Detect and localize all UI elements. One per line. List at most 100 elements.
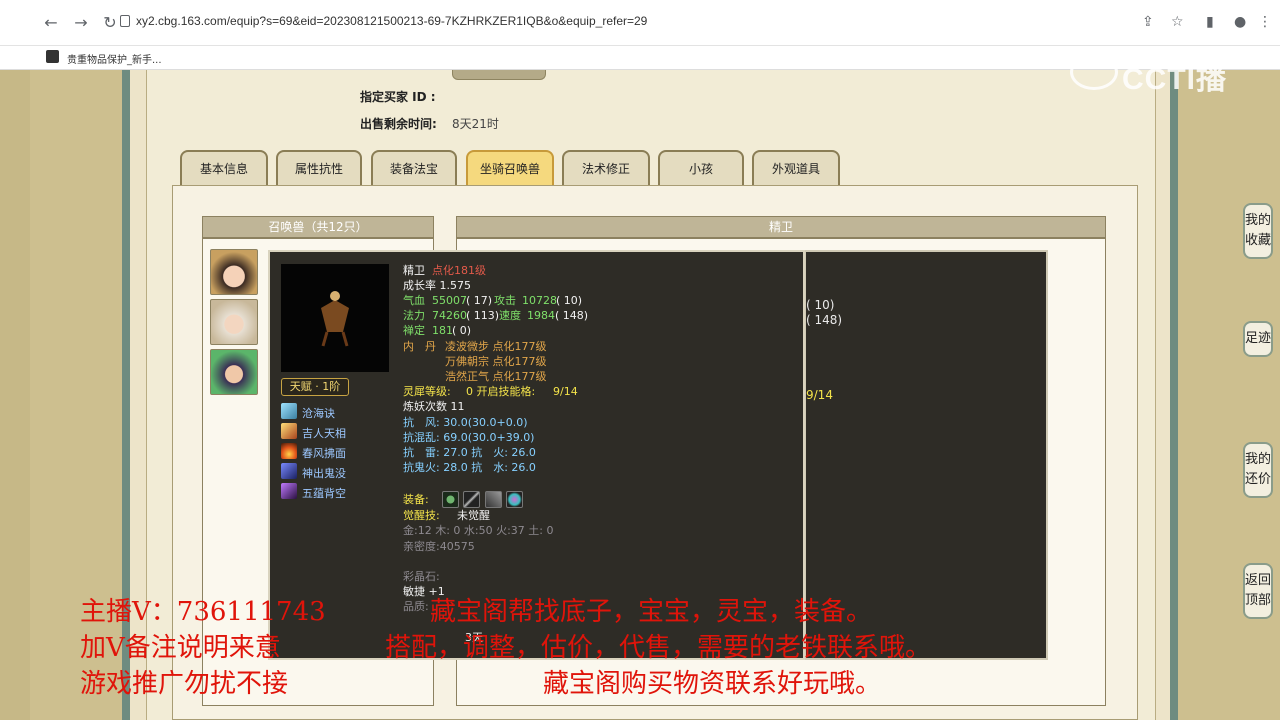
neidan-item-1: 凌波微步 点化177级 xyxy=(445,340,547,353)
right-border xyxy=(1170,70,1280,720)
skill-shenchu-icon[interactable] xyxy=(281,463,297,479)
growth-rate: 成长率 1.575 xyxy=(403,279,471,292)
lock-icon xyxy=(120,15,130,27)
chan-label: 禅定 xyxy=(403,324,425,337)
caption-streamer-v: 主播V：736111743 xyxy=(80,597,326,627)
skill-jiren: 吉人天相 xyxy=(302,427,346,440)
lianyao-count: 炼妖次数 11 xyxy=(403,400,465,413)
skill-shenchu: 神出鬼没 xyxy=(302,467,346,480)
buyer-id-label: 指定买家 ID : xyxy=(360,90,436,104)
share-icon[interactable]: ⇪ xyxy=(1142,14,1154,30)
hp-value: 55007 xyxy=(432,294,467,307)
tab-basic-info[interactable]: 基本信息 xyxy=(180,150,268,186)
detail-peek-1: ( 10) xyxy=(806,298,835,312)
bookmark-item[interactable]: 贵重物品保护_新手... xyxy=(67,51,162,66)
watermark-circle-icon xyxy=(1070,54,1118,90)
equip-label: 装备: xyxy=(403,493,429,506)
reload-icon[interactable]: ↻ xyxy=(99,12,121,34)
tab-spell-mod[interactable]: 法术修正 xyxy=(562,150,650,186)
hp-points: ( 17) xyxy=(466,294,493,307)
footprint-button[interactable]: 足迹 xyxy=(1243,321,1273,357)
forward-icon[interactable]: → xyxy=(70,12,92,34)
pet-name: 精卫 xyxy=(403,264,425,277)
menu-icon[interactable]: ⋮ xyxy=(1258,14,1272,30)
pet-avatar-3[interactable] xyxy=(210,349,258,395)
mp-label: 法力 xyxy=(403,309,425,322)
pet-figure-icon xyxy=(321,291,349,347)
caption-note: 加V备注说明来意 xyxy=(80,633,281,663)
quality-label: 品质: xyxy=(403,600,429,613)
intimacy: 亲密度:40575 xyxy=(403,540,475,553)
mp-value: 74260 xyxy=(432,309,467,322)
my-offers-button[interactable]: 我的还价 xyxy=(1243,442,1273,498)
neidan-label: 内 丹 xyxy=(403,340,436,353)
pet-level: 点化181级 xyxy=(432,264,486,277)
skill-canghai-icon[interactable] xyxy=(281,403,297,419)
sidepanel-icon[interactable]: ▮ xyxy=(1206,14,1214,30)
equip-slot-3-icon[interactable] xyxy=(485,491,502,508)
address-bar[interactable]: xy2.cbg.163.com/equip?s=69&eid=202308121… xyxy=(136,14,647,28)
neidan-item-2: 万佛朝宗 点化177级 xyxy=(445,355,547,368)
spd-points: ( 148) xyxy=(555,309,589,322)
tab-equipment[interactable]: 装备法宝 xyxy=(371,150,457,186)
lingxi-slots: 9/14 xyxy=(553,385,578,398)
res-thunder-fire: 抗 雷: 27.0 抗 火: 26.0 xyxy=(403,446,536,459)
skill-jiren-icon[interactable] xyxy=(281,423,297,439)
res-wind: 抗 风: 30.0(30.0+0.0) xyxy=(403,416,528,429)
atk-value: 10728 xyxy=(522,294,557,307)
pet-image xyxy=(281,264,389,372)
back-icon[interactable]: ← xyxy=(40,12,62,34)
res-ghostfire-water: 抗鬼火: 28.0 抗 水: 26.0 xyxy=(403,461,536,474)
bookmark-favicon-icon xyxy=(46,50,59,63)
detail-peek-3: 9/14 xyxy=(806,388,833,402)
my-favorites-button[interactable]: 我的收藏 xyxy=(1243,203,1273,259)
chan-points: ( 0) xyxy=(452,324,472,337)
caption-no-ads: 游戏推广勿扰不接 xyxy=(80,669,289,699)
tab-appearance[interactable]: 外观道具 xyxy=(752,150,840,186)
mp-points: ( 113) xyxy=(466,309,500,322)
equip-slot-4-icon[interactable] xyxy=(506,491,523,508)
tab-mounts-pets[interactable]: 坐骑召唤兽 xyxy=(466,150,554,186)
caption-service-1: 藏宝阁帮找底子，宝宝，灵宝，装备。 xyxy=(430,597,873,627)
awaken-value: 未觉醒 xyxy=(457,509,490,522)
watermark-text: CCTI播 xyxy=(1122,63,1227,96)
lingxi-label: 灵犀等级: xyxy=(403,385,451,398)
chan-value: 181 xyxy=(432,324,453,337)
atk-points: ( 10) xyxy=(556,294,583,307)
remain-time-value: 8天21时 xyxy=(452,117,499,131)
skill-wuyun: 五蕴背空 xyxy=(302,487,346,500)
caption-service-2: 搭配，调整，估价，代售，需要的老铁联系哦。 xyxy=(385,633,932,663)
tab-attributes[interactable]: 属性抗性 xyxy=(276,150,362,186)
star-icon[interactable]: ☆ xyxy=(1171,14,1184,30)
skill-chunfeng-icon[interactable] xyxy=(281,443,297,459)
pet-avatar-1[interactable] xyxy=(210,249,258,295)
spd-label: 速度 xyxy=(499,309,521,322)
screen: ← → ↻ xy2.cbg.163.com/equip?s=69&eid=202… xyxy=(0,0,1280,720)
pet-avatar-2[interactable] xyxy=(210,299,258,345)
pet-detail-header: 精卫 xyxy=(456,216,1106,238)
tab-child[interactable]: 小孩 xyxy=(658,150,744,186)
top-button-stub[interactable] xyxy=(452,70,546,80)
awaken-label: 觉醒技: xyxy=(403,509,440,522)
hp-label: 气血 xyxy=(403,294,425,307)
lingxi-value: 0 开启技能格: xyxy=(466,385,536,398)
caijing-label: 彩晶石: xyxy=(403,570,440,583)
cctv-watermark-logo: CCTI播 xyxy=(1070,52,1240,96)
profile-icon[interactable]: ● xyxy=(1234,14,1246,30)
talent-badge: 天赋 · 1阶 xyxy=(281,378,349,396)
pet-list-header: 召唤兽（共12只） xyxy=(202,216,434,238)
detail-peek-2: ( 148) xyxy=(806,313,843,327)
equip-slot-1-icon[interactable] xyxy=(442,491,459,508)
back-to-top-button[interactable]: 返回顶部 xyxy=(1243,563,1273,619)
five-elements: 金:12 木: 0 水:50 火:37 土: 0 xyxy=(403,524,554,537)
remain-time-label: 出售剩余时间: xyxy=(360,117,437,131)
skill-wuyun-icon[interactable] xyxy=(281,483,297,499)
equip-slot-2-icon[interactable] xyxy=(463,491,480,508)
caption-service-3: 藏宝阁购买物资联系好玩哦。 xyxy=(543,669,882,699)
neidan-item-3: 浩然正气 点化177级 xyxy=(445,370,547,383)
res-chaos: 抗混乱: 69.0(30.0+39.0) xyxy=(403,431,535,444)
spd-value: 1984 xyxy=(527,309,555,322)
atk-label: 攻击 xyxy=(494,294,516,307)
skill-chunfeng: 春风拂面 xyxy=(302,447,346,460)
skill-canghai: 沧海诀 xyxy=(302,407,335,420)
